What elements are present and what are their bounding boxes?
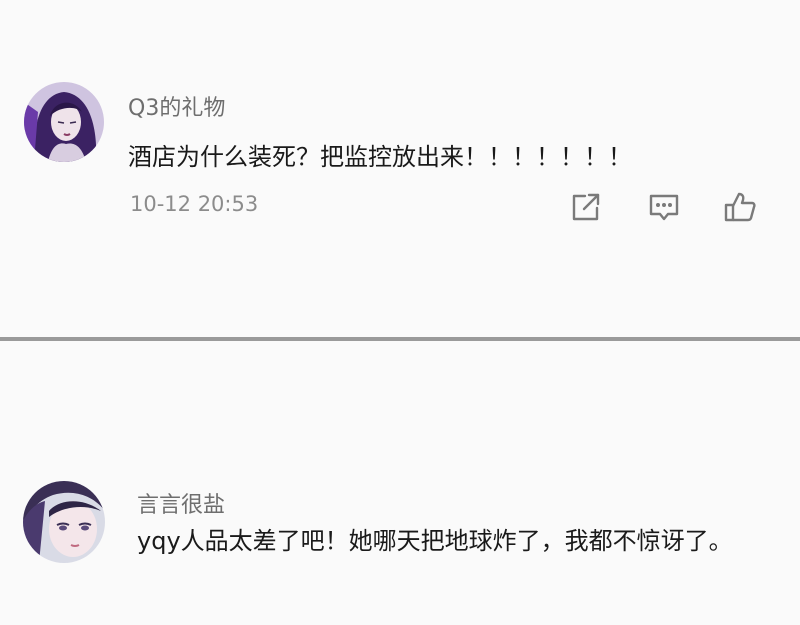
share-icon[interactable]: [569, 190, 603, 224]
comment-card-bottom: [0, 341, 800, 625]
avatar[interactable]: [24, 82, 104, 162]
username[interactable]: Q3的礼物: [128, 90, 225, 122]
thumbs-up-icon[interactable]: [723, 190, 757, 224]
comment-text: yqy人品太差了吧！她哪天把地球炸了，我都不惊讶了。: [137, 527, 733, 555]
comment-text: 酒店为什么装死？把监控放出来！！！！！！！: [128, 143, 632, 171]
comment-icon[interactable]: [647, 190, 681, 224]
avatar[interactable]: [23, 481, 105, 563]
username[interactable]: 言言很盐: [137, 487, 225, 519]
timestamp: 10-12 20:53: [130, 192, 259, 216]
